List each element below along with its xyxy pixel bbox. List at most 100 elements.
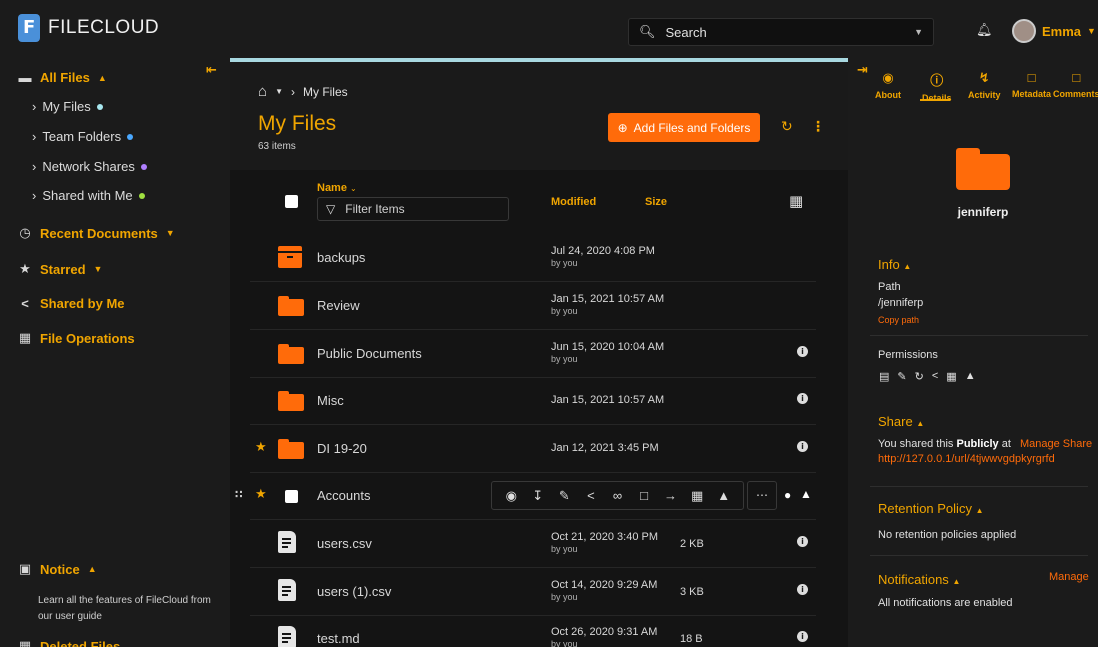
- search-box[interactable]: 🔍︎ ▼: [628, 18, 934, 46]
- sidebar-item-notice[interactable]: ▣ Notice ▲: [18, 561, 97, 577]
- move-icon[interactable]: →: [662, 488, 680, 503]
- file-size: 2 KB: [680, 538, 704, 550]
- sidebar-item-my-files[interactable]: › My Files: [32, 99, 103, 114]
- app-logo[interactable]: FILECLOUD: [18, 14, 159, 42]
- row-checkbox[interactable]: [285, 490, 298, 503]
- table-row[interactable]: users (1).csv Oct 14, 2020 9:29 AM by yo…: [250, 568, 816, 616]
- info-icon[interactable]: i: [797, 346, 808, 357]
- chevron-right-icon: ›: [32, 159, 37, 174]
- info-icon[interactable]: i: [797, 631, 808, 642]
- file-name[interactable]: backups: [317, 250, 365, 265]
- file-name[interactable]: Accounts: [317, 488, 370, 503]
- info-icon[interactable]: i: [797, 536, 808, 547]
- share-icon[interactable]: <: [582, 488, 600, 503]
- file-modified-by: by you: [551, 592, 578, 602]
- sidebar-item-file-operations[interactable]: ▦ File Operations: [18, 330, 135, 346]
- file-modified: Jul 24, 2020 4:08 PM: [551, 245, 655, 257]
- notifications-section-header[interactable]: Notifications ▲: [878, 572, 960, 587]
- sidebar-item-all-files[interactable]: ▬ All Files ▲: [18, 70, 107, 85]
- more-actions-button[interactable]: ⋯: [747, 481, 777, 510]
- download-icon[interactable]: ↧: [529, 488, 547, 504]
- info-icon[interactable]: i: [797, 393, 808, 404]
- star-icon: ★: [19, 261, 31, 276]
- file-name[interactable]: Misc: [317, 393, 344, 408]
- filter-input[interactable]: [345, 202, 496, 216]
- breadcrumb-separator-icon: ›: [290, 84, 295, 99]
- info-icon[interactable]: i: [797, 584, 808, 595]
- notifications-bell-icon[interactable]: 🔔︎: [976, 22, 993, 38]
- sidebar-item-recent-documents[interactable]: ◷ Recent Documents ▼: [18, 225, 175, 241]
- sidebar-item-team-folders[interactable]: › Team Folders: [32, 129, 134, 144]
- chevron-down-icon: ▼: [165, 228, 175, 238]
- file-icon: ▦: [18, 330, 32, 345]
- user-menu[interactable]: Emma ▼: [1012, 19, 1096, 43]
- section-title: Info: [878, 257, 900, 272]
- home-icon[interactable]: ⌂: [258, 83, 267, 100]
- table-row[interactable]: Misc Jan 15, 2021 10:57 AM i: [250, 377, 816, 425]
- search-input[interactable]: [665, 24, 915, 40]
- drag-handle-icon[interactable]: ∷: [235, 488, 243, 501]
- column-header-modified[interactable]: Modified: [551, 196, 596, 208]
- table-row[interactable]: users.csv Oct 21, 2020 3:40 PM by you 2 …: [250, 520, 816, 568]
- refresh-icon[interactable]: ↻: [781, 118, 793, 135]
- sync-permission-icon: ↻: [914, 371, 924, 383]
- sidebar-item-network-shares[interactable]: › Network Shares: [32, 159, 147, 174]
- preview-icon[interactable]: ◉: [502, 488, 520, 504]
- table-row[interactable]: Review Jan 15, 2021 10:57 AM by you: [250, 282, 816, 330]
- link-icon[interactable]: ∞: [608, 488, 626, 503]
- file-name[interactable]: Review: [317, 298, 360, 313]
- tab-metadata[interactable]: □ Metadata: [1012, 70, 1051, 99]
- sidebar-item-starred[interactable]: ★ Starred ▼: [18, 261, 102, 277]
- file-name[interactable]: users (1).csv: [317, 584, 391, 599]
- chevron-right-icon: ›: [32, 129, 37, 144]
- add-files-button[interactable]: ⊕ Add Files and Folders: [608, 113, 760, 142]
- tab-activity[interactable]: ↯ Activity: [968, 70, 1001, 100]
- file-size: 18 B: [680, 633, 703, 645]
- select-all-checkbox[interactable]: [285, 195, 298, 208]
- tab-about[interactable]: ◉ About: [875, 70, 901, 100]
- table-row[interactable]: backups Jul 24, 2020 4:08 PM by you: [250, 234, 816, 282]
- chevron-down-icon[interactable]: ▼: [275, 87, 283, 96]
- sidebar-item-shared-by-me[interactable]: < Shared by Me: [18, 296, 124, 311]
- sidebar-item-deleted-files[interactable]: ▦ Deleted Files: [18, 638, 120, 647]
- tab-comments[interactable]: □ Comments: [1053, 70, 1098, 99]
- file-name[interactable]: Public Documents: [317, 346, 422, 361]
- star-icon[interactable]: ★: [255, 486, 267, 502]
- copy-path-link[interactable]: Copy path: [878, 315, 919, 325]
- chevron-down-icon: ▼: [1087, 26, 1096, 36]
- share-section-header[interactable]: Share ▲: [878, 414, 924, 429]
- sidebar-item-shared-with-me[interactable]: › Shared with Me: [32, 188, 145, 203]
- retention-section-header[interactable]: Retention Policy ▲: [878, 501, 984, 516]
- folder-owner: jenniferp: [957, 205, 1009, 219]
- comment-icon[interactable]: ●: [784, 488, 791, 502]
- star-icon[interactable]: ★: [255, 439, 267, 455]
- table-row[interactable]: test.md Oct 26, 2020 9:31 AM by you 18 B…: [250, 615, 816, 647]
- search-dropdown-icon[interactable]: ▼: [914, 27, 923, 37]
- breadcrumb-current[interactable]: My Files: [303, 85, 348, 99]
- share-url-link[interactable]: http://127.0.0.1/url/4tjwwvgdpkyrgrfd: [878, 453, 1055, 465]
- column-header-size[interactable]: Size: [645, 196, 667, 208]
- table-row[interactable]: Public Documents Jun 15, 2020 10:04 AM b…: [250, 330, 816, 378]
- file-name[interactable]: DI 19-20: [317, 441, 367, 456]
- manage-notifications-link[interactable]: Manage: [1049, 571, 1089, 583]
- status-dot: [96, 103, 103, 110]
- info-icon[interactable]: i: [797, 441, 808, 452]
- copy-icon[interactable]: □: [635, 488, 653, 503]
- lock-icon[interactable]: ▲: [715, 488, 733, 503]
- delete-icon[interactable]: ▦: [688, 488, 706, 504]
- filter-box[interactable]: ▽: [317, 197, 509, 221]
- info-section-header[interactable]: Info ▲: [878, 257, 911, 272]
- grid-view-icon[interactable]: ▦: [789, 192, 803, 210]
- column-header-name[interactable]: Name ⌄: [317, 182, 357, 194]
- file-name[interactable]: test.md: [317, 631, 360, 646]
- notice-text[interactable]: Learn all the features of FileCloud from…: [38, 593, 218, 625]
- edit-icon[interactable]: ✎: [555, 488, 573, 504]
- collapse-sidebar-icon[interactable]: ⇤: [206, 62, 217, 78]
- collapse-panel-icon[interactable]: ⇥: [857, 62, 868, 78]
- archive-folder-icon: [278, 246, 302, 268]
- file-modified: Oct 14, 2020 9:29 AM: [551, 579, 658, 591]
- file-name[interactable]: users.csv: [317, 536, 372, 551]
- manage-share-link[interactable]: Manage Share: [1020, 438, 1092, 450]
- more-options-icon[interactable]: ⋮: [811, 118, 825, 135]
- table-row[interactable]: ★ DI 19-20 Jan 12, 2021 3:45 PM i: [250, 425, 816, 473]
